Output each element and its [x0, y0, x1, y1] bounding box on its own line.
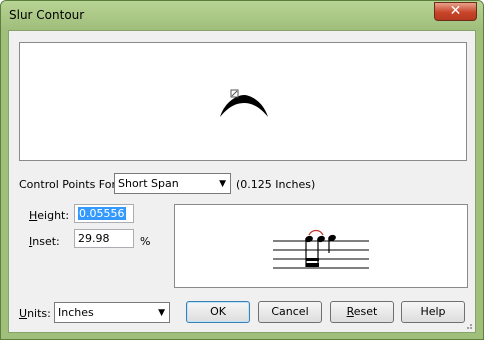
control-points-value: Short Span	[118, 177, 179, 190]
slur-mark	[308, 229, 324, 236]
chevron-down-icon: ▼	[158, 308, 165, 318]
height-value: 0.05556	[78, 207, 126, 220]
close-icon: ✕	[449, 3, 462, 19]
control-points-dropdown[interactable]: Short Span ▼	[114, 173, 231, 194]
reset-button[interactable]: Reset	[330, 301, 394, 323]
cancel-button[interactable]: Cancel	[258, 301, 322, 323]
note-beam-2	[306, 258, 319, 261]
inset-label: Inset:	[29, 235, 60, 248]
units-label-rest: nits:	[27, 307, 51, 320]
span-info: (0.125 Inches)	[236, 178, 316, 191]
resize-grip-icon[interactable]	[463, 320, 473, 330]
height-input[interactable]: 0.05556	[74, 204, 134, 223]
close-button[interactable]: ✕	[434, 2, 477, 21]
height-label-rest: eight:	[37, 209, 70, 222]
staff-lines	[273, 240, 369, 269]
slur-shape-preview[interactable]	[19, 42, 467, 161]
units-dropdown[interactable]: Inches ▼	[54, 302, 170, 323]
control-points-label: Control Points For:	[19, 178, 120, 191]
window-title: Slur Contour	[9, 8, 85, 22]
title-bar[interactable]: Slur Contour ✕	[1, 1, 483, 30]
inset-value: 29.98	[78, 232, 110, 245]
inset-label-rest: nset:	[32, 235, 60, 248]
help-button[interactable]: Help	[401, 301, 465, 323]
units-value: Inches	[58, 306, 94, 319]
units-label: Units:	[19, 307, 51, 320]
slur-curve	[220, 95, 268, 117]
inset-input[interactable]: 29.98	[74, 229, 134, 248]
note-beam-1	[306, 263, 319, 267]
height-label: Height:	[29, 209, 70, 222]
notation-canvas	[273, 229, 369, 269]
dialog-window: Slur Contour ✕ Control Points For: Short…	[0, 0, 484, 340]
chevron-down-icon: ▼	[219, 179, 226, 189]
inset-unit: %	[140, 235, 151, 248]
reset-label-rest: eset	[353, 305, 378, 318]
dialog-client-area: Control Points For: Short Span ▼ (0.125 …	[8, 30, 476, 333]
ok-button[interactable]: OK	[186, 301, 250, 323]
notation-preview	[174, 204, 468, 288]
slur-shape-canvas	[220, 89, 268, 117]
